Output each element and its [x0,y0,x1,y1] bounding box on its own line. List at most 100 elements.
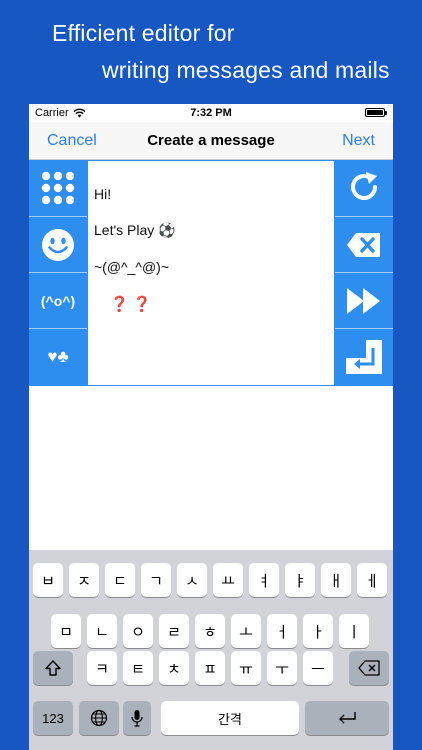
backspace-key[interactable] [349,651,389,685]
emoticon-button[interactable]: (^o^) [29,272,87,328]
key-row2-6[interactable]: ㅓ [267,614,297,648]
return-key[interactable] [305,701,389,735]
fast-forward-button[interactable] [335,272,393,328]
key-label: ㅅ [185,572,199,590]
smiley-icon [42,228,74,261]
next-button[interactable]: Next [342,132,375,150]
key-row2-7[interactable]: ㅏ [303,614,333,648]
key-label: ㄹ [167,623,181,641]
key-row2-0[interactable]: ㅁ [51,614,81,648]
card-suits-icon: ♥♣ [47,346,69,366]
microphone-key[interactable] [123,701,151,735]
grid-icon [41,171,75,205]
numbers-key-label: 123 [42,710,64,726]
editor-line-3: ~(@^_^@)~ [94,259,170,275]
key-row1-0[interactable]: ㅂ [33,563,63,597]
space-key[interactable]: 간격 [161,701,299,735]
key-label: ㅔ [365,572,379,590]
key-label: ㅁ [59,623,73,641]
refresh-button[interactable] [335,160,393,216]
return-key-icon [339,712,356,724]
refresh-icon [351,172,377,200]
shift-icon [45,660,61,676]
key-label: ㅠ [239,660,253,678]
key-row1-7[interactable]: ㅑ [285,563,315,597]
cancel-button[interactable]: Cancel [47,132,97,150]
delete-button[interactable] [335,216,393,272]
globe-key[interactable] [79,701,119,735]
key-row3-2[interactable]: ㅊ [159,651,189,685]
key-label: ㄴ [95,623,109,641]
navigation-bar: Cancel Create a message Next [29,122,393,160]
editor-line-4: ❓ ❓ [110,296,152,313]
key-label: ㅏ [311,623,325,641]
key-row1-9[interactable]: ㅔ [357,563,387,597]
message-editor[interactable]: Hi! Let's Play ⚽ ~(@^_^@)~ ❓ ❓ [87,160,335,386]
backspace-icon [358,660,380,676]
key-row2-2[interactable]: ㅇ [123,614,153,648]
phone-screen: Carrier 7:32 PM Cancel Create a message … [29,104,393,750]
key-row3-5[interactable]: ㅜ [267,651,297,685]
key-row1-1[interactable]: ㅈ [69,563,99,597]
keyboard: ㅂ ㅈ ㄷ ㄱ ㅅ ㅛ ㅕ ㅑ ㅐ ㅔ ㅁ ㄴ ㅇ ㄹ ㅎ ㅗ ㅓ ㅏ ㅣ ㅋ ㅌ ㅊ ㅍ ㅠ ㅜ ㅡ 123 간격 [29,550,393,750]
right-toolbar [335,160,393,386]
key-row2-1[interactable]: ㄴ [87,614,117,648]
key-row1-3[interactable]: ㄱ [141,563,171,597]
key-label: ㅑ [293,572,307,590]
fast-forward-icon [347,287,380,314]
key-label: ㅈ [77,572,91,590]
key-label: ㅕ [257,572,271,590]
editor-line-1: Hi! [94,186,112,202]
key-row1-5[interactable]: ㅛ [213,563,243,597]
key-row3-0[interactable]: ㅋ [87,651,117,685]
key-row3-4[interactable]: ㅠ [231,651,261,685]
numbers-key[interactable]: 123 [33,701,73,735]
key-row1-2[interactable]: ㄷ [105,563,135,597]
key-row2-5[interactable]: ㅗ [231,614,261,648]
key-label: ㅛ [221,572,235,590]
key-label: ㅌ [131,660,145,678]
key-row3-3[interactable]: ㅍ [195,651,225,685]
key-row2-3[interactable]: ㄹ [159,614,189,648]
key-label: ㅂ [41,572,55,590]
insert-return-button[interactable] [335,328,393,384]
key-row1-8[interactable]: ㅐ [321,563,351,597]
key-row1-4[interactable]: ㅅ [177,563,207,597]
headline-line-1: Efficient editor for [52,20,235,46]
key-row2-4[interactable]: ㅎ [195,614,225,648]
clock: 7:32 PM [190,107,232,119]
key-label: ㅊ [167,660,181,678]
delete-icon [347,232,380,257]
symbols-button[interactable]: ♥♣ [29,328,87,384]
smiley-button[interactable] [29,216,87,272]
key-label: ㅓ [275,623,289,641]
key-label: ㅍ [203,660,217,678]
grid-button[interactable] [29,160,87,216]
battery-icon [365,108,387,117]
key-label: ㅐ [329,572,343,590]
mic-icon [131,710,143,727]
key-label: ㅗ [239,623,253,641]
headline-line-2: writing messages and mails [102,57,390,83]
key-label: ㄷ [113,572,127,590]
emoticon-icon: (^o^) [40,292,76,309]
shift-key[interactable] [33,651,73,685]
key-row3-6[interactable]: ㅡ [303,651,333,685]
status-bar: Carrier 7:32 PM [29,104,393,122]
key-label: ㅡ [311,660,325,678]
key-label: ㅜ [275,660,289,678]
return-icon [346,339,382,374]
left-toolbar: (^o^) ♥♣ [29,160,87,386]
globe-icon [90,709,108,727]
key-label: ㅋ [95,660,109,678]
key-label: ㅣ [347,623,361,641]
headline: Efficient editor for writing messages an… [0,0,422,104]
space-key-label: 간격 [218,711,242,727]
key-label: ㅎ [203,623,217,641]
key-row3-1[interactable]: ㅌ [123,651,153,685]
key-label: ㅇ [131,623,145,641]
key-row2-8[interactable]: ㅣ [339,614,369,648]
editor-line-2: Let's Play ⚽ [94,222,176,238]
key-row1-6[interactable]: ㅕ [249,563,279,597]
key-label: ㄱ [149,572,163,590]
